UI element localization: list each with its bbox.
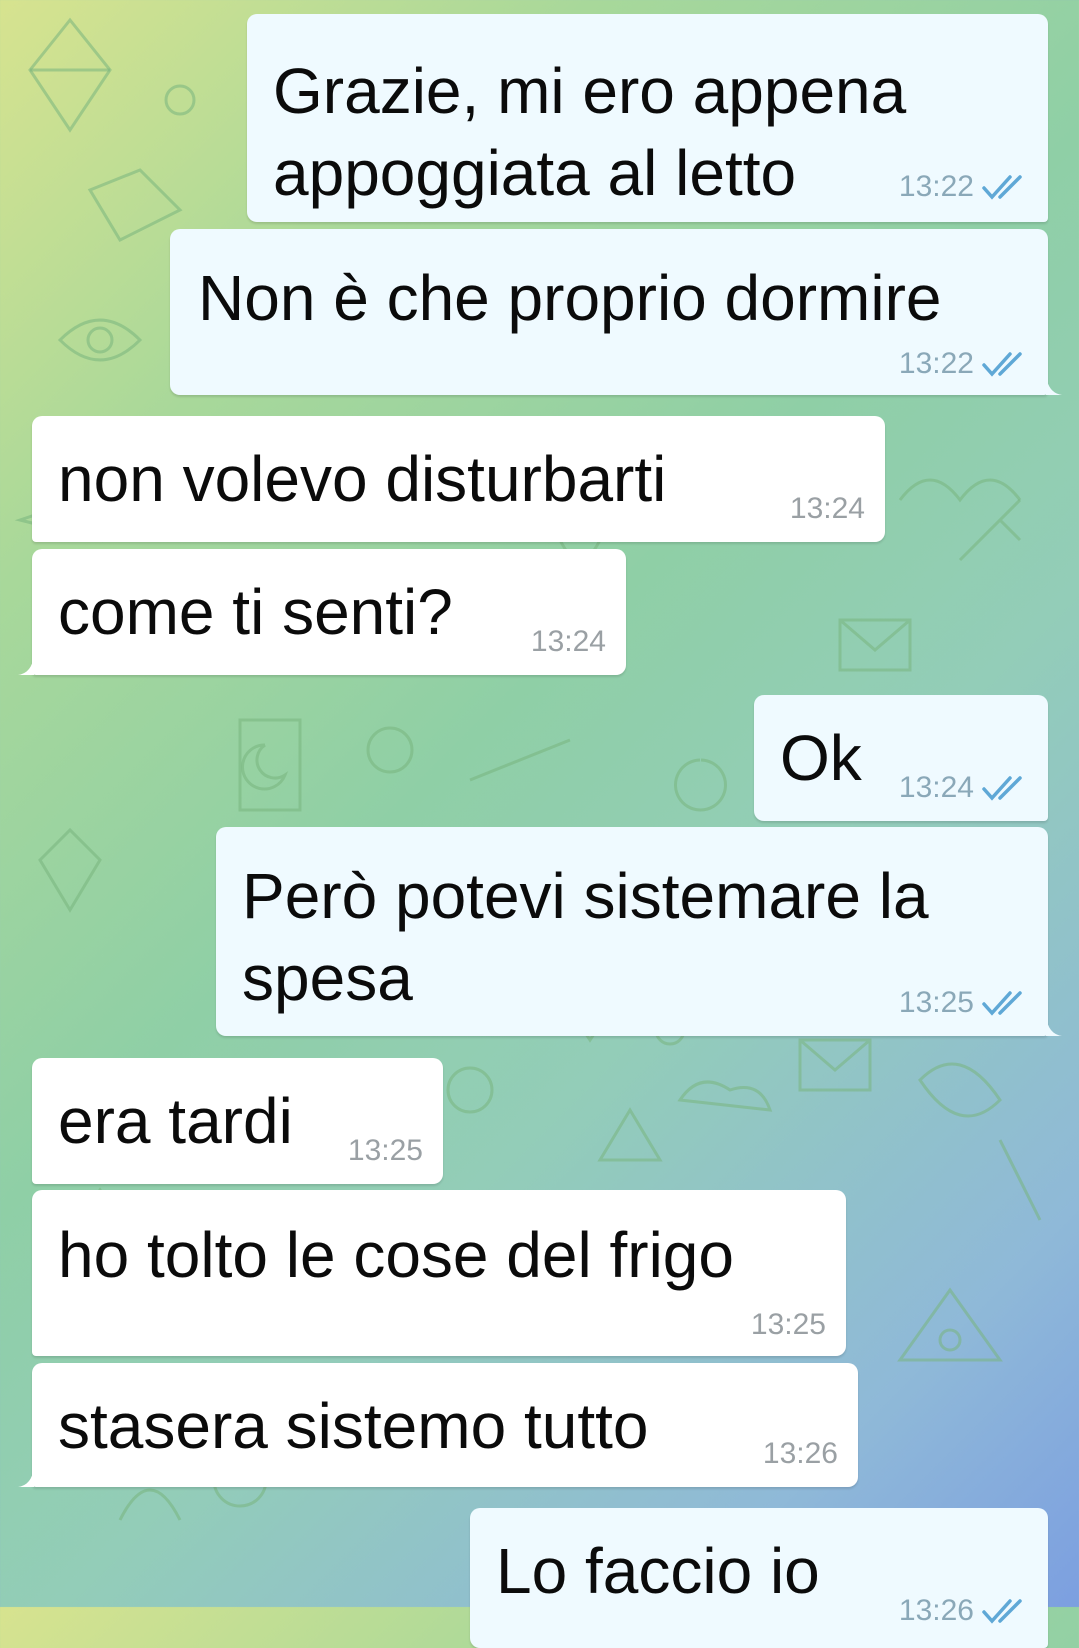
- message-text: spesa: [242, 942, 413, 1014]
- outgoing-message[interactable]: Ok 13:24: [754, 695, 1048, 821]
- message-text: come ti senti?: [58, 576, 453, 648]
- bubble-tail: [1046, 375, 1062, 395]
- message-time: 13:24: [898, 771, 974, 804]
- message-meta: 13:25: [348, 1134, 423, 1168]
- incoming-message[interactable]: non volevo disturbarti 13:24: [32, 416, 885, 542]
- double-check-icon: [982, 351, 1028, 377]
- message-time: 13:25: [347, 1134, 423, 1167]
- message-meta: 13:25: [899, 986, 1028, 1020]
- message-time: 13:22: [898, 347, 974, 380]
- message-meta: 13:22: [899, 170, 1028, 204]
- message-text: Lo faccio io: [496, 1535, 820, 1607]
- message-text: stasera sistemo tutto: [58, 1390, 649, 1462]
- message-time: 13:25: [750, 1308, 826, 1341]
- message-text: non volevo disturbarti: [58, 443, 667, 515]
- message-meta: 13:22: [899, 347, 1028, 381]
- bubble-tail: [1046, 1016, 1062, 1036]
- message-meta: 13:24: [790, 492, 865, 526]
- message-meta: 13:24: [531, 625, 606, 659]
- message-text: Ok: [780, 722, 862, 794]
- message-time: 13:22: [898, 170, 974, 203]
- bubble-tail: [18, 655, 34, 675]
- message-text: Però potevi sistemare la: [242, 860, 929, 932]
- double-check-icon: [982, 174, 1028, 200]
- message-time: 13:24: [530, 625, 606, 658]
- message-time: 13:26: [898, 1594, 974, 1627]
- double-check-icon: [982, 990, 1028, 1016]
- message-time: 13:25: [898, 986, 974, 1019]
- outgoing-message[interactable]: Non è che proprio dormire 13:22: [170, 229, 1062, 395]
- message-time: 13:26: [762, 1437, 838, 1470]
- message-text: appoggiata al letto: [273, 137, 797, 209]
- message-text: Non è che proprio dormire: [198, 262, 942, 334]
- bubble-tail: [18, 1467, 34, 1487]
- double-check-icon: [982, 775, 1028, 801]
- message-meta: 13:25: [751, 1308, 826, 1342]
- outgoing-message[interactable]: Grazie, mi ero appena appoggiata al lett…: [247, 14, 1048, 222]
- double-check-icon: [982, 1598, 1028, 1624]
- message-text: Grazie, mi ero appena: [273, 55, 907, 127]
- outgoing-message[interactable]: Lo faccio io 13:26: [470, 1508, 1048, 1648]
- message-meta: 13:24: [899, 771, 1028, 805]
- incoming-message[interactable]: ho tolto le cose del frigo 13:25: [32, 1190, 846, 1356]
- incoming-message[interactable]: come ti senti? 13:24: [18, 549, 626, 675]
- message-list[interactable]: Grazie, mi ero appena appoggiata al lett…: [0, 0, 1079, 1648]
- message-text: era tardi: [58, 1085, 293, 1157]
- message-meta: 13:26: [899, 1594, 1028, 1628]
- incoming-message[interactable]: era tardi 13:25: [32, 1058, 443, 1184]
- message-time: 13:24: [789, 492, 865, 525]
- message-meta: 13:26: [763, 1437, 838, 1471]
- message-text: ho tolto le cose del frigo: [58, 1219, 734, 1291]
- incoming-message[interactable]: stasera sistemo tutto 13:26: [18, 1363, 858, 1487]
- outgoing-message[interactable]: Però potevi sistemare la spesa 13:25: [216, 827, 1062, 1036]
